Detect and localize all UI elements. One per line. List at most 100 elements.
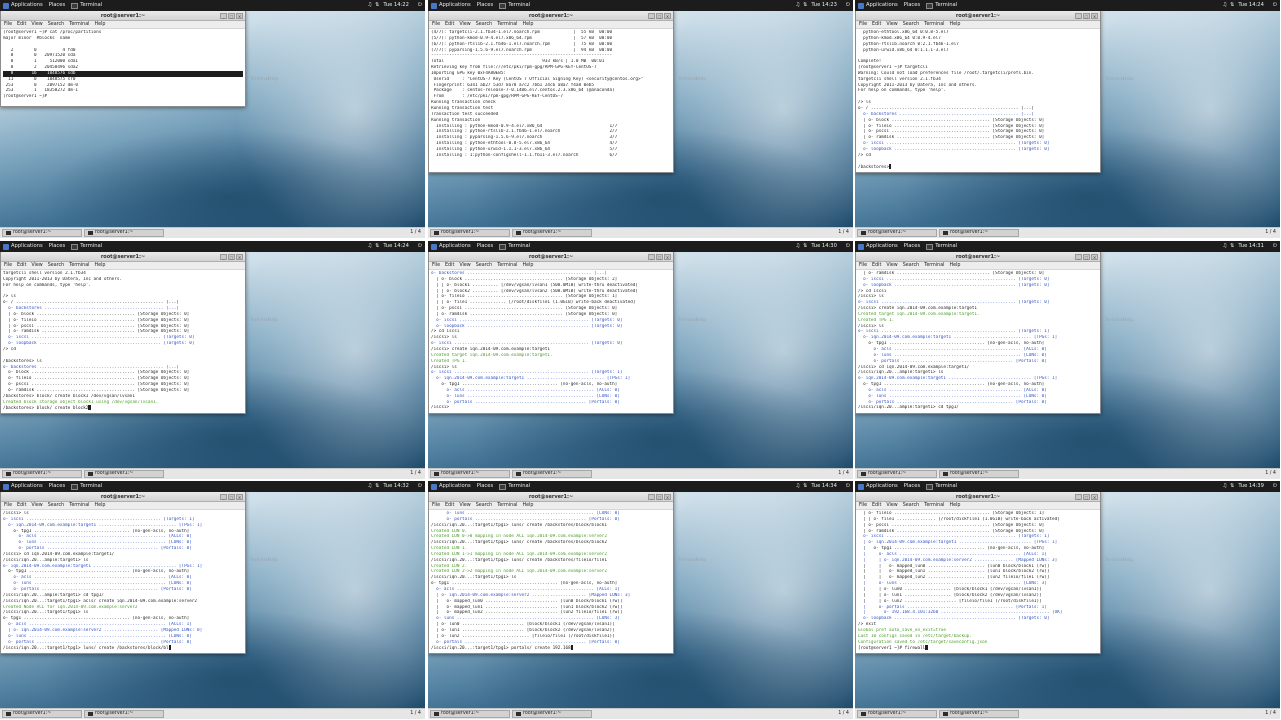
menu-item-help[interactable]: Help (94, 262, 105, 269)
terminal-output[interactable]: | o- fileio ............................… (856, 510, 1100, 651)
menu-item-help[interactable]: Help (94, 21, 105, 28)
menu-item-file[interactable]: File (432, 262, 440, 269)
menu-item-help[interactable]: Help (949, 262, 960, 269)
taskbar-window-button[interactable]: root@server1:~ (430, 710, 510, 718)
maximize-icon[interactable]: □ (1083, 493, 1090, 500)
workspace-indicator[interactable]: 1 / 4 (410, 228, 425, 238)
menu-item-view[interactable]: View (886, 502, 897, 509)
menu-item-terminal[interactable]: Terminal (924, 262, 944, 269)
network-icon[interactable]: ⇅ (803, 0, 807, 11)
workspace-indicator[interactable]: 1 / 4 (410, 709, 425, 719)
applications-menu[interactable]: Applications (0, 241, 43, 252)
volume-icon[interactable]: ♫ (367, 0, 372, 11)
power-icon[interactable]: ⏻ (846, 0, 850, 11)
menu-item-edit[interactable]: Edit (445, 502, 454, 509)
menu-item-search[interactable]: Search (903, 21, 919, 28)
applications-menu[interactable]: Applications (855, 0, 898, 11)
volume-icon[interactable]: ♫ (1222, 0, 1227, 11)
clock[interactable]: Tue 14:24 (383, 241, 408, 252)
menu-item-search[interactable]: Search (903, 262, 919, 269)
menu-item-view[interactable]: View (886, 21, 897, 28)
clock[interactable]: Tue 14:24 (1238, 0, 1263, 11)
taskbar-window-button[interactable]: root@server1:~ (430, 229, 510, 237)
minimize-icon[interactable]: _ (648, 12, 655, 19)
close-icon[interactable]: × (1091, 253, 1098, 260)
menu-item-terminal[interactable]: Terminal (69, 502, 89, 509)
window-title-bar[interactable]: root@server1:~ _ □ × (429, 252, 673, 262)
places-menu[interactable]: Places (477, 0, 494, 11)
clock[interactable]: Tue 14:34 (811, 481, 836, 492)
menu-item-help[interactable]: Help (949, 21, 960, 28)
menu-item-search[interactable]: Search (903, 502, 919, 509)
menu-item-edit[interactable]: Edit (17, 502, 26, 509)
workspace-indicator[interactable]: 1 / 4 (838, 469, 853, 479)
menu-item-view[interactable]: View (459, 502, 470, 509)
network-icon[interactable]: ⇅ (375, 0, 379, 11)
menu-item-file[interactable]: File (432, 502, 440, 509)
network-icon[interactable]: ⇅ (803, 481, 807, 492)
workspace-indicator[interactable]: 1 / 4 (410, 469, 425, 479)
menu-item-search[interactable]: Search (476, 262, 492, 269)
minimize-icon[interactable]: _ (220, 253, 227, 260)
maximize-icon[interactable]: □ (656, 12, 663, 19)
window-title-bar[interactable]: root@server1:~ _ □ × (856, 252, 1100, 262)
power-icon[interactable]: ⏻ (846, 241, 850, 252)
menu-item-search[interactable]: Search (48, 502, 64, 509)
minimize-icon[interactable]: _ (1075, 253, 1082, 260)
menu-item-terminal[interactable]: Terminal (497, 262, 517, 269)
network-icon[interactable]: ⇅ (1230, 481, 1234, 492)
applications-menu[interactable]: Applications (428, 0, 471, 11)
network-icon[interactable]: ⇅ (375, 481, 379, 492)
terminal-window[interactable]: root@server1:~ _ □ × File Edit View Search Termi… (0, 491, 246, 654)
taskbar-window-button[interactable]: root@server1:~ (430, 470, 510, 478)
power-icon[interactable]: ⏻ (418, 241, 422, 252)
terminal-window[interactable]: root@server1:~ _ □ × File Edit View Search Termi… (855, 251, 1101, 414)
window-title-bar[interactable]: root@server1:~ _ □ × (856, 11, 1100, 21)
menu-item-help[interactable]: Help (522, 262, 533, 269)
network-icon[interactable]: ⇅ (375, 241, 379, 252)
terminal-app-menu[interactable]: Terminal (926, 241, 957, 252)
menu-item-edit[interactable]: Edit (872, 21, 881, 28)
volume-icon[interactable]: ♫ (795, 241, 800, 252)
workspace-indicator[interactable]: 1 / 4 (1265, 469, 1280, 479)
volume-icon[interactable]: ♫ (1222, 241, 1227, 252)
network-icon[interactable]: ⇅ (1230, 0, 1234, 11)
terminal-window[interactable]: root@server1:~ _ □ × File Edit View Search Termi… (0, 251, 246, 414)
network-icon[interactable]: ⇅ (803, 241, 807, 252)
menu-item-view[interactable]: View (31, 21, 42, 28)
terminal-window[interactable]: root@server1:~ _ □ × File Edit View Search Termi… (428, 251, 674, 414)
terminal-output[interactable]: o- luns ................................… (429, 510, 673, 651)
volume-icon[interactable]: ♫ (367, 241, 372, 252)
clock[interactable]: Tue 14:31 (1238, 241, 1263, 252)
terminal-output[interactable]: (4/7): targetcli-2.1.fb34-1.el7.noarch.r… (429, 29, 673, 159)
taskbar-window-button[interactable]: root@server1:~ (857, 229, 937, 237)
volume-icon[interactable]: ♫ (795, 0, 800, 11)
maximize-icon[interactable]: □ (656, 253, 663, 260)
menu-item-edit[interactable]: Edit (17, 21, 26, 28)
menu-item-help[interactable]: Help (522, 502, 533, 509)
power-icon[interactable]: ⏻ (846, 481, 850, 492)
minimize-icon[interactable]: _ (1075, 12, 1082, 19)
menu-item-terminal[interactable]: Terminal (497, 21, 517, 28)
taskbar-window-button[interactable]: root@server1:~ (512, 710, 592, 718)
terminal-output[interactable]: /iscsi> ls o- iscsi .....................… (1, 510, 245, 651)
power-icon[interactable]: ⏻ (1273, 241, 1277, 252)
minimize-icon[interactable]: _ (220, 493, 227, 500)
window-title-bar[interactable]: root@server1:~ _ □ × (1, 252, 245, 262)
menu-item-edit[interactable]: Edit (872, 262, 881, 269)
power-icon[interactable]: ⏻ (1273, 0, 1277, 11)
terminal-app-menu[interactable]: Terminal (71, 481, 102, 492)
volume-icon[interactable]: ♫ (795, 481, 800, 492)
clock[interactable]: Tue 14:22 (383, 0, 408, 11)
terminal-window[interactable]: root@server1:~ _ □ × File Edit View Search Termi… (855, 10, 1101, 173)
maximize-icon[interactable]: □ (1083, 253, 1090, 260)
terminal-app-menu[interactable]: Terminal (499, 0, 530, 11)
volume-icon[interactable]: ♫ (1222, 481, 1227, 492)
terminal-output[interactable]: | o- ramdisk ...........................… (856, 270, 1100, 411)
menu-item-view[interactable]: View (459, 262, 470, 269)
clock[interactable]: Tue 14:32 (383, 481, 408, 492)
minimize-icon[interactable]: _ (648, 253, 655, 260)
terminal-app-menu[interactable]: Terminal (926, 481, 957, 492)
close-icon[interactable]: × (236, 253, 243, 260)
menu-item-edit[interactable]: Edit (872, 502, 881, 509)
